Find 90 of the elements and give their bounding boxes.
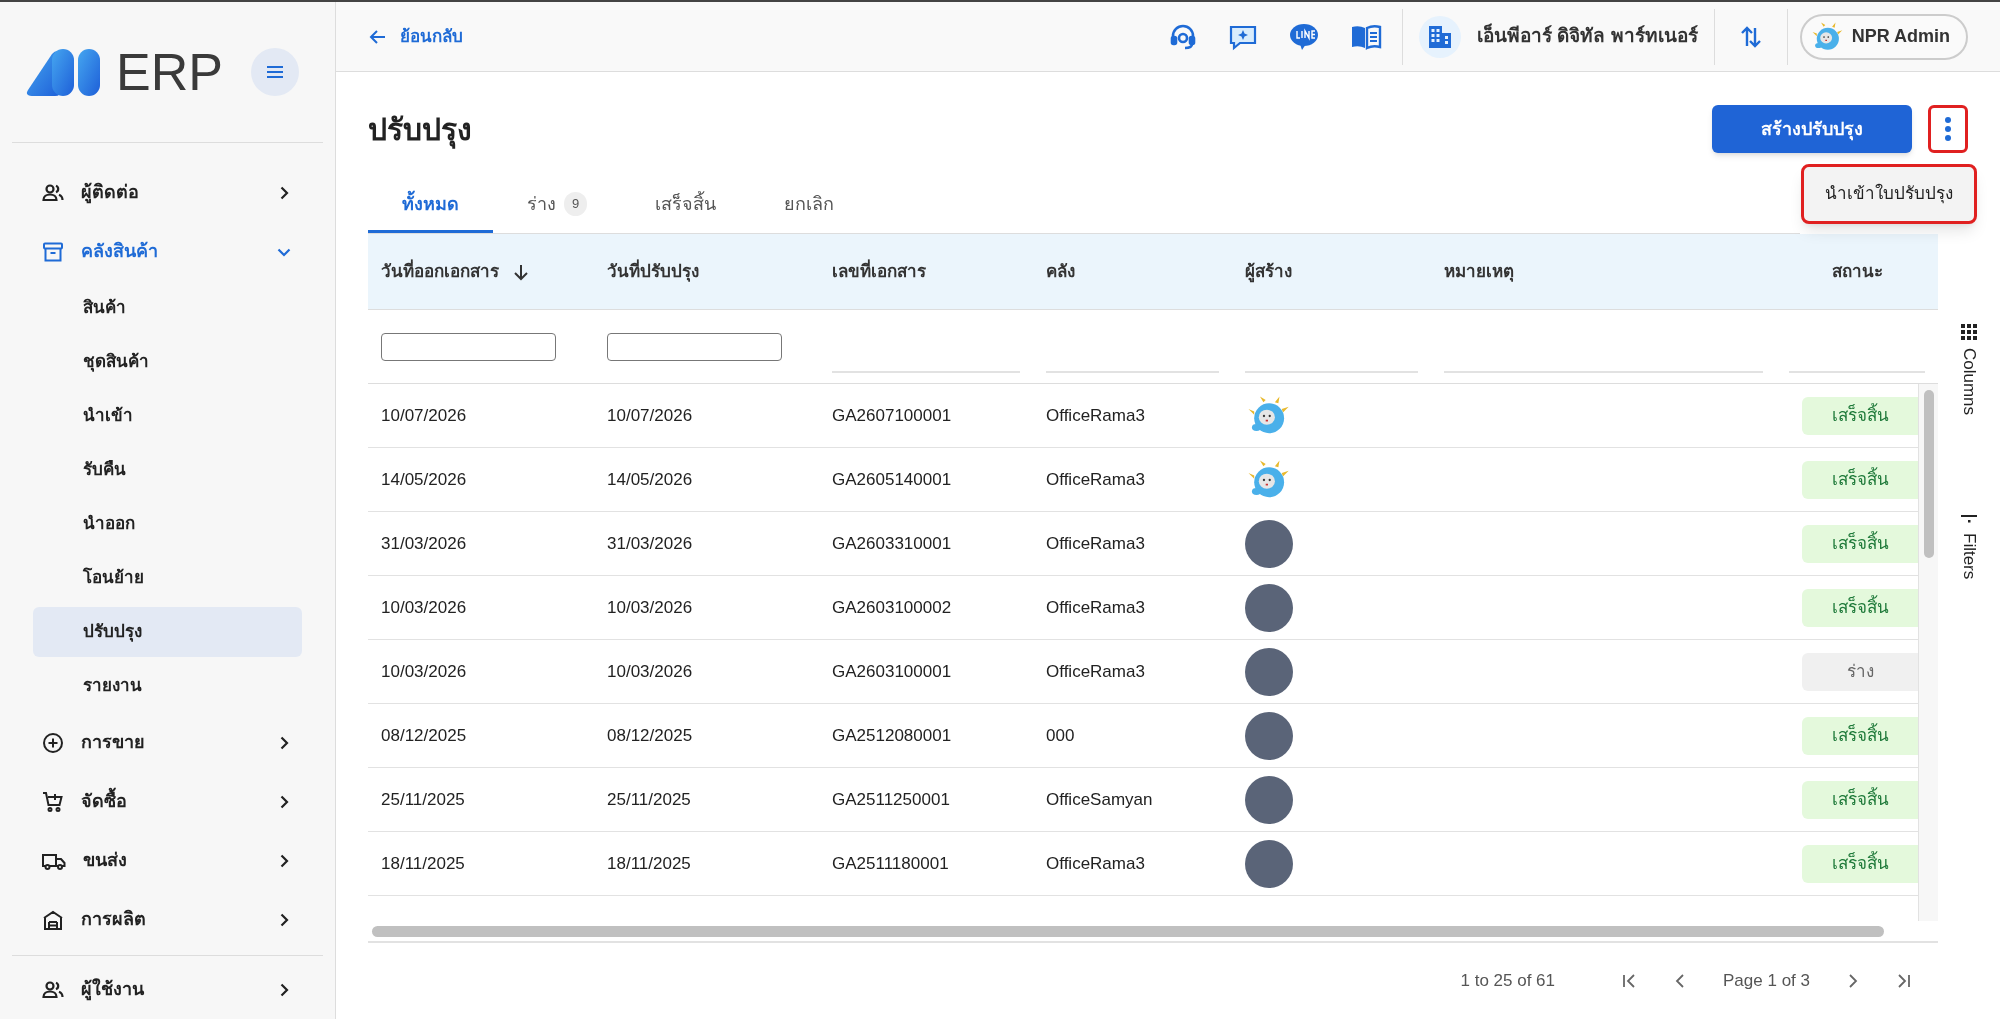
logo-text: ERP [116,46,223,98]
table-cell: 10/03/2026 [381,597,467,617]
nav-item[interactable]: การขาย [33,713,302,772]
nav-item[interactable]: คลังสินค้า [33,222,302,281]
create-button[interactable]: สร้างปรับปรุง [1712,105,1912,153]
column-header[interactable]: ผู้สร้าง [1245,258,1292,285]
column-header[interactable]: วันที่ปรับปรุง [607,258,699,285]
table-cell: 10/07/2026 [381,405,467,425]
user-menu-button[interactable]: NPR Admin [1799,13,1968,60]
table-cell: 000 [1046,725,1075,745]
table-cell: OfficeRama3 [1046,597,1145,617]
more-options-button[interactable] [1928,105,1968,153]
table-cell: 10/03/2026 [607,597,693,617]
status-badge: เสร็จสิ้น [1802,588,1918,627]
status-badge: ร่าง [1802,652,1918,691]
table-cell: 14/05/2026 [381,469,467,489]
vertical-scrollbar[interactable] [1923,390,1934,558]
table-cell: 25/11/2025 [607,789,691,809]
row-range-text: 1 to 25 of 61 [1460,970,1556,993]
column-header[interactable]: หมายเหตุ [1444,258,1514,285]
column-header[interactable]: วันที่ออกเอกสาร [381,258,499,285]
table-cell: GA2607100001 [832,405,952,425]
building-icon [1427,23,1454,50]
tab[interactable]: เสร็จสิ้น [621,178,751,233]
status-badge: เสร็จสิ้น [1802,396,1918,435]
table-cell: 14/05/2026 [607,469,693,489]
status-badge: เสร็จสิ้น [1802,460,1918,499]
table-cell: OfficeSamyan [1046,789,1153,809]
table-cell: OfficeRama3 [1046,405,1145,425]
nav-subitem[interactable]: นำเข้า [33,391,302,441]
nav-subitem[interactable]: ชุดสินค้า [33,337,302,387]
grid-icon [1961,324,1977,340]
table-cell: 08/12/2025 [381,725,467,745]
chat-bubble-icon[interactable] [1288,21,1321,52]
table-cell: GA2603100001 [832,661,952,681]
table-cell: GA2605140001 [832,469,952,489]
status-badge: เสร็จสิ้น [1802,780,1918,819]
cart-icon [41,789,65,814]
more-vertical-icon [1944,116,1952,142]
tab[interactable]: ยกเลิก [750,178,869,233]
nav-subitem[interactable]: นำออก [33,499,302,549]
plus-circle-icon [41,730,65,755]
tab[interactable]: ร่าง 9 [493,178,622,233]
table-cell: 31/03/2026 [607,533,693,553]
status-badge: เสร็จสิ้น [1802,716,1918,755]
filter-icon [1961,515,1977,526]
nav-subitem[interactable]: ปรับปรุง [33,607,302,657]
menu-button[interactable] [251,48,299,96]
table-cell: 10/03/2026 [381,661,467,681]
page-indicator: Page 1 of 3 [1723,970,1810,993]
status-badge: เสร็จสิ้น [1802,844,1918,883]
nav-item[interactable]: ขนส่ง [33,831,302,890]
nav-subitem[interactable]: โอนย้าย [33,553,302,603]
table-cell: 18/11/2025 [607,853,691,873]
table-cell: GA2511250001 [832,789,950,809]
table-cell: GA2603310001 [832,533,952,553]
nav-item[interactable]: จัดซื้อ [33,772,302,831]
nav-subitem[interactable]: สินค้า [33,283,302,333]
table-cell: 31/03/2026 [381,533,467,553]
table-cell: OfficeRama3 [1046,533,1145,553]
filter-field[interactable] [607,332,782,361]
column-header[interactable]: คลัง [1046,258,1075,285]
nav-item[interactable]: ผู้ติดต่อ [33,163,302,222]
table-cell: GA2512080001 [832,725,952,745]
table-cell: OfficeRama3 [1046,853,1145,873]
filters-panel-tab[interactable]: Filters [1956,515,1982,580]
table-cell: 10/07/2026 [607,405,693,425]
horizontal-scrollbar[interactable] [372,925,1884,937]
menu-item[interactable]: นำเข้าใบปรับปรุง [1801,164,1977,224]
nav-item[interactable]: ผู้ใช้งาน [33,960,302,1019]
back-link[interactable]: ย้อนกลับ [368,23,463,50]
table-cell: 10/03/2026 [607,661,693,681]
table-cell: OfficeRama3 [1046,661,1145,681]
filter-field[interactable] [381,332,556,361]
table-cell: GA2603100002 [832,597,952,617]
count-badge: 9 [564,192,588,216]
nav-subitem[interactable]: รับคืน [33,445,302,495]
column-header[interactable]: สถานะ [1831,258,1883,285]
company-name: เอ็นพีอาร์ ดิจิทัล พาร์ทเนอร์ [1477,22,1698,49]
table-cell: OfficeRama3 [1046,469,1145,489]
table-cell: 18/11/2025 [381,853,465,873]
page-title: ปรับปรุง [368,106,472,152]
table-cell: 08/12/2025 [607,725,693,745]
nav-subitem[interactable]: รายงาน [33,661,302,711]
table-cell: 25/11/2025 [381,789,465,809]
status-badge: เสร็จสิ้น [1802,524,1918,563]
column-header[interactable]: เลขที่เอกสาร [832,258,926,285]
columns-panel-tab[interactable]: Columns [1956,324,1982,416]
table-cell: GA2511180001 [832,853,949,873]
nav-item[interactable]: การผลิต [33,890,302,949]
